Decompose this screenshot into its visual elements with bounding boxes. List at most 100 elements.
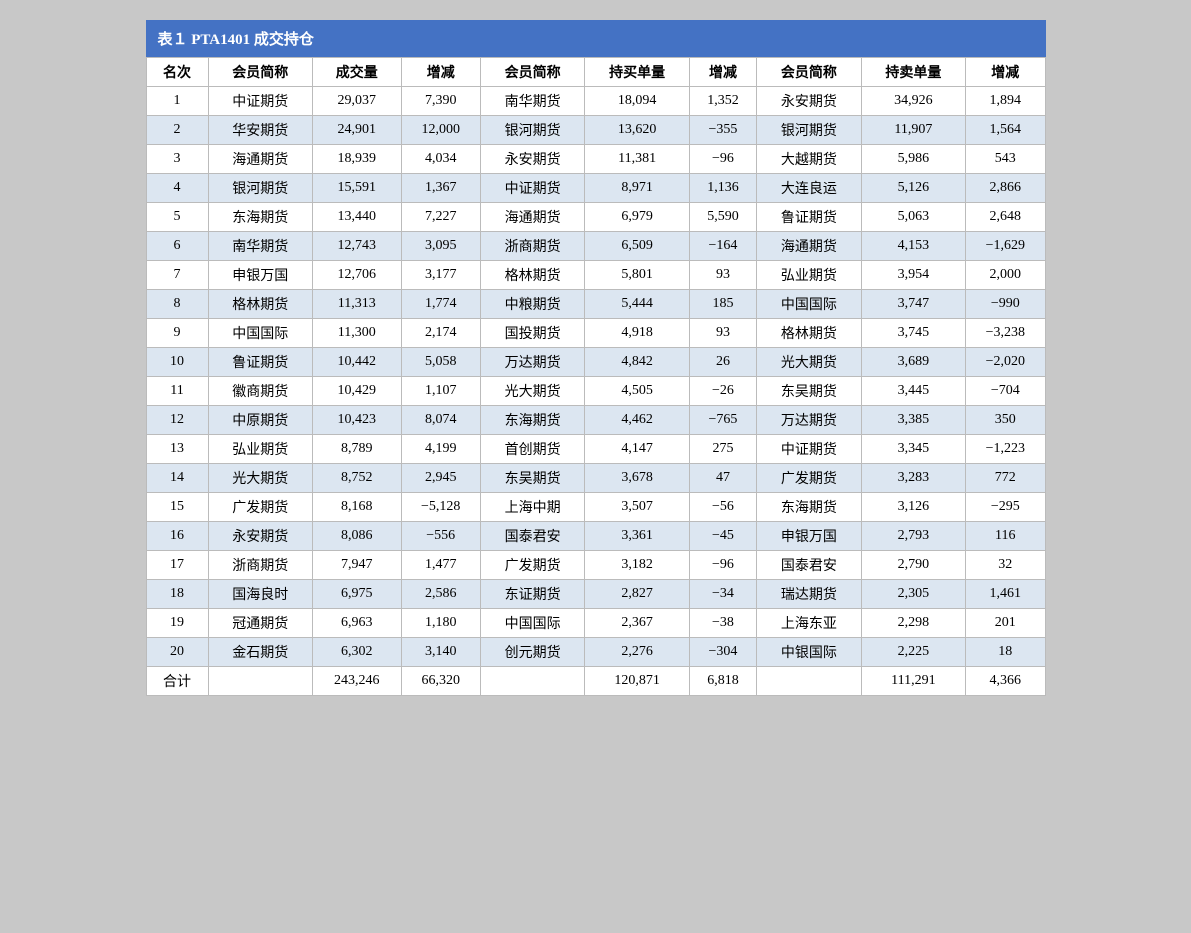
cell-5-2: 12,743 bbox=[313, 232, 402, 261]
cell-11-6: −765 bbox=[689, 406, 756, 435]
cell-11-4: 东海期货 bbox=[480, 406, 584, 435]
cell-12-2: 8,789 bbox=[313, 435, 402, 464]
cell-9-3: 5,058 bbox=[401, 348, 480, 377]
cell-13-1: 光大期货 bbox=[208, 464, 312, 493]
cell-4-4: 海通期货 bbox=[480, 203, 584, 232]
cell-16-3: 1,477 bbox=[401, 551, 480, 580]
cell-6-9: 2,000 bbox=[966, 261, 1045, 290]
cell-14-9: −295 bbox=[966, 493, 1045, 522]
total-cell-3: 66,320 bbox=[401, 667, 480, 696]
cell-18-5: 2,367 bbox=[585, 609, 689, 638]
cell-4-0: 5 bbox=[146, 203, 208, 232]
cell-10-5: 4,505 bbox=[585, 377, 689, 406]
cell-2-4: 永安期货 bbox=[480, 145, 584, 174]
cell-1-4: 银河期货 bbox=[480, 116, 584, 145]
cell-19-3: 3,140 bbox=[401, 638, 480, 667]
header-row: 名次会员简称成交量增减会员简称持买单量增减会员简称持卖单量增减 bbox=[146, 58, 1045, 87]
table-row: 6南华期货12,7433,095浙商期货6,509−164海通期货4,153−1… bbox=[146, 232, 1045, 261]
col-header-8: 持卖单量 bbox=[861, 58, 965, 87]
col-header-7: 会员简称 bbox=[757, 58, 861, 87]
col-header-0: 名次 bbox=[146, 58, 208, 87]
cell-15-9: 116 bbox=[966, 522, 1045, 551]
cell-19-7: 中银国际 bbox=[757, 638, 861, 667]
table-row: 16永安期货8,086−556国泰君安3,361−45申银万国2,793116 bbox=[146, 522, 1045, 551]
cell-1-0: 2 bbox=[146, 116, 208, 145]
cell-19-4: 创元期货 bbox=[480, 638, 584, 667]
cell-14-5: 3,507 bbox=[585, 493, 689, 522]
cell-1-5: 13,620 bbox=[585, 116, 689, 145]
cell-2-7: 大越期货 bbox=[757, 145, 861, 174]
cell-0-6: 1,352 bbox=[689, 87, 756, 116]
cell-19-9: 18 bbox=[966, 638, 1045, 667]
cell-3-4: 中证期货 bbox=[480, 174, 584, 203]
cell-8-3: 2,174 bbox=[401, 319, 480, 348]
cell-18-3: 1,180 bbox=[401, 609, 480, 638]
cell-9-7: 光大期货 bbox=[757, 348, 861, 377]
cell-11-1: 中原期货 bbox=[208, 406, 312, 435]
cell-9-8: 3,689 bbox=[861, 348, 965, 377]
cell-4-3: 7,227 bbox=[401, 203, 480, 232]
cell-5-3: 3,095 bbox=[401, 232, 480, 261]
table-row: 5东海期货13,4407,227海通期货6,9795,590鲁证期货5,0632… bbox=[146, 203, 1045, 232]
cell-7-7: 中国国际 bbox=[757, 290, 861, 319]
cell-5-1: 南华期货 bbox=[208, 232, 312, 261]
table-row: 13弘业期货8,7894,199首创期货4,147275中证期货3,345−1,… bbox=[146, 435, 1045, 464]
cell-17-4: 东证期货 bbox=[480, 580, 584, 609]
cell-15-3: −556 bbox=[401, 522, 480, 551]
cell-12-1: 弘业期货 bbox=[208, 435, 312, 464]
col-header-3: 增减 bbox=[401, 58, 480, 87]
cell-17-5: 2,827 bbox=[585, 580, 689, 609]
cell-12-7: 中证期货 bbox=[757, 435, 861, 464]
table-row: 18国海良时6,9752,586东证期货2,827−34瑞达期货2,3051,4… bbox=[146, 580, 1045, 609]
cell-12-9: −1,223 bbox=[966, 435, 1045, 464]
cell-17-1: 国海良时 bbox=[208, 580, 312, 609]
cell-16-0: 17 bbox=[146, 551, 208, 580]
cell-2-1: 海通期货 bbox=[208, 145, 312, 174]
cell-9-1: 鲁证期货 bbox=[208, 348, 312, 377]
cell-2-2: 18,939 bbox=[313, 145, 402, 174]
cell-6-1: 申银万国 bbox=[208, 261, 312, 290]
table-title: 表１ PTA1401 成交持仓 bbox=[146, 20, 1046, 57]
cell-15-7: 申银万国 bbox=[757, 522, 861, 551]
cell-18-2: 6,963 bbox=[313, 609, 402, 638]
total-cell-2: 243,246 bbox=[313, 667, 402, 696]
cell-1-2: 24,901 bbox=[313, 116, 402, 145]
table-row: 14光大期货8,7522,945东吴期货3,67847广发期货3,283772 bbox=[146, 464, 1045, 493]
cell-5-5: 6,509 bbox=[585, 232, 689, 261]
col-header-5: 持买单量 bbox=[585, 58, 689, 87]
table-row: 1中证期货29,0377,390南华期货18,0941,352永安期货34,92… bbox=[146, 87, 1045, 116]
cell-3-5: 8,971 bbox=[585, 174, 689, 203]
cell-17-7: 瑞达期货 bbox=[757, 580, 861, 609]
cell-17-6: −34 bbox=[689, 580, 756, 609]
cell-6-4: 格林期货 bbox=[480, 261, 584, 290]
cell-12-0: 13 bbox=[146, 435, 208, 464]
cell-11-7: 万达期货 bbox=[757, 406, 861, 435]
cell-2-8: 5,986 bbox=[861, 145, 965, 174]
cell-3-7: 大连良运 bbox=[757, 174, 861, 203]
cell-4-9: 2,648 bbox=[966, 203, 1045, 232]
col-header-4: 会员简称 bbox=[480, 58, 584, 87]
cell-12-6: 275 bbox=[689, 435, 756, 464]
cell-8-0: 9 bbox=[146, 319, 208, 348]
cell-8-4: 国投期货 bbox=[480, 319, 584, 348]
cell-13-6: 47 bbox=[689, 464, 756, 493]
cell-14-6: −56 bbox=[689, 493, 756, 522]
cell-7-0: 8 bbox=[146, 290, 208, 319]
cell-19-2: 6,302 bbox=[313, 638, 402, 667]
cell-0-4: 南华期货 bbox=[480, 87, 584, 116]
cell-16-8: 2,790 bbox=[861, 551, 965, 580]
cell-13-9: 772 bbox=[966, 464, 1045, 493]
table-row: 15广发期货8,168−5,128上海中期3,507−56东海期货3,126−2… bbox=[146, 493, 1045, 522]
cell-8-7: 格林期货 bbox=[757, 319, 861, 348]
cell-0-8: 34,926 bbox=[861, 87, 965, 116]
cell-6-8: 3,954 bbox=[861, 261, 965, 290]
cell-5-7: 海通期货 bbox=[757, 232, 861, 261]
cell-10-2: 10,429 bbox=[313, 377, 402, 406]
cell-4-2: 13,440 bbox=[313, 203, 402, 232]
col-header-6: 增减 bbox=[689, 58, 756, 87]
cell-10-3: 1,107 bbox=[401, 377, 480, 406]
cell-8-8: 3,745 bbox=[861, 319, 965, 348]
cell-0-2: 29,037 bbox=[313, 87, 402, 116]
cell-6-5: 5,801 bbox=[585, 261, 689, 290]
total-cell-4 bbox=[480, 667, 584, 696]
